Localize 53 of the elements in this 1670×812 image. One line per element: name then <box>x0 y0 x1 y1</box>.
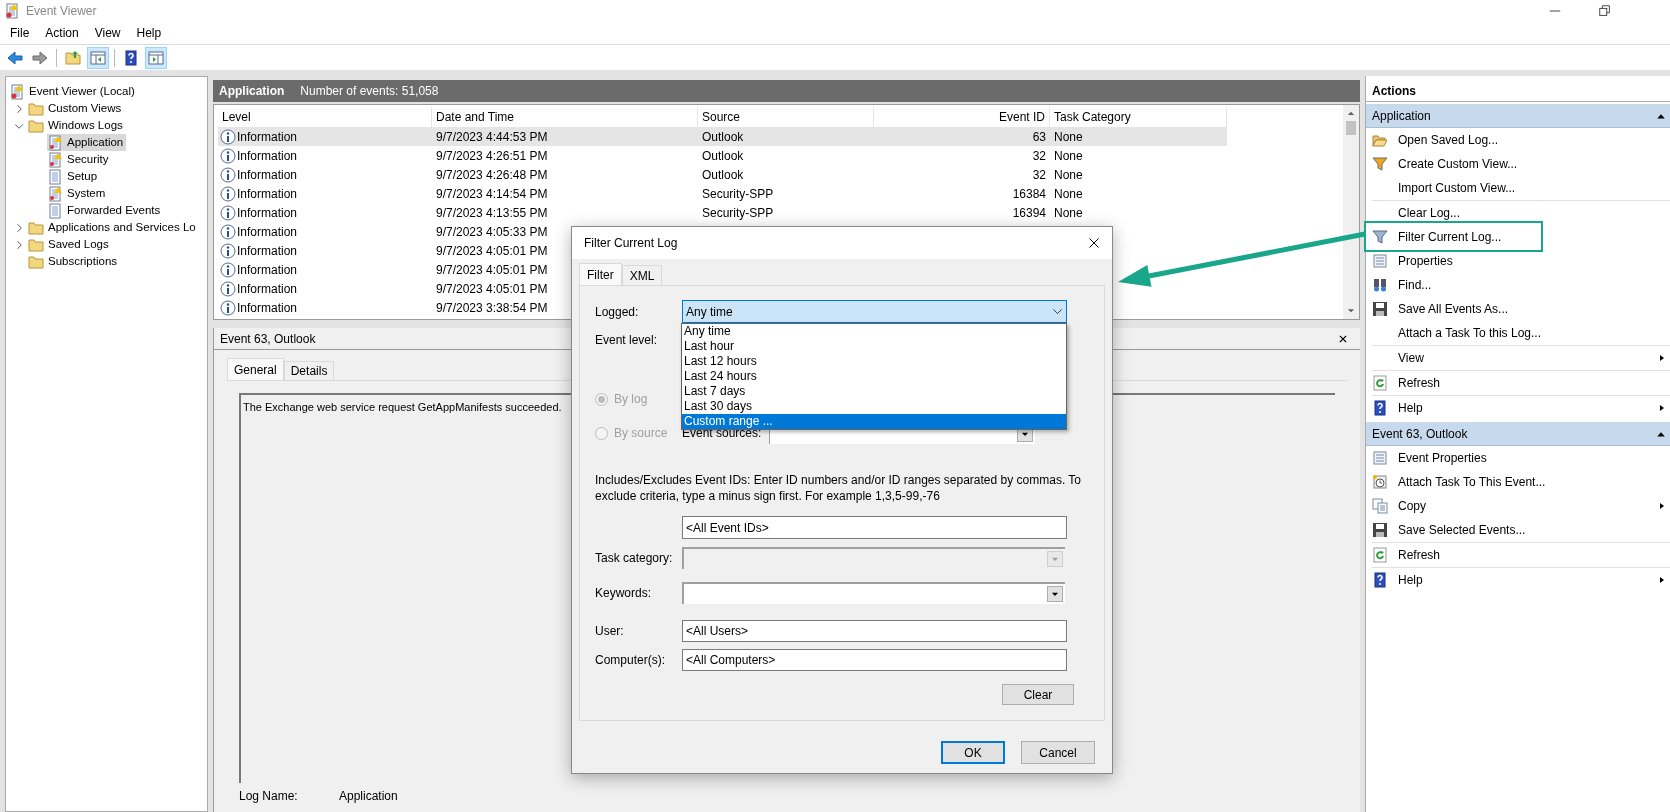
table-cell-text: 32 <box>1032 166 1046 184</box>
table-cell-text: 9/7/2023 4:44:53 PM <box>436 128 548 146</box>
table-cell-text: Information <box>237 280 298 298</box>
actions-header: Actions <box>1366 80 1670 102</box>
table-cell-text: Security-SPP <box>702 185 774 203</box>
section-title: Application <box>1372 107 1431 125</box>
field-label: Event level: <box>595 332 659 349</box>
table-cell-text: 9/7/2023 4:05:01 PM <box>436 261 548 279</box>
table-cell-text: 9/7/2023 4:05:33 PM <box>436 223 548 241</box>
table-cell-text: 32 <box>1032 147 1046 165</box>
table-cell-text: Information <box>237 204 298 222</box>
details-title: Event 63, Outlook <box>220 330 316 348</box>
table-cell-text: Information <box>237 299 298 317</box>
section-title: Event 63, Outlook <box>1372 425 1468 443</box>
help-text: Includes/Excludes Event IDs: Enter ID numbers and/or ID ranges separated by commas. To exclude criteria, type a minus sign first. For example 1,3,5-99,-76 <box>595 472 1082 504</box>
field-value: Application <box>339 788 398 805</box>
table-cell-text: 16394 <box>1012 204 1046 222</box>
table-cell-text: Information <box>237 242 298 260</box>
table-cell-text: Outlook <box>702 147 744 165</box>
table-cell-text: Information <box>237 166 298 184</box>
table-cell-text: Security-SPP <box>702 204 774 222</box>
table-cell-text: Information <box>237 261 298 279</box>
field-label: User: <box>595 623 625 640</box>
table-cell-text: Information <box>237 185 298 203</box>
table-cell-text: 9/7/2023 4:13:55 PM <box>436 204 548 222</box>
field-label: Computer(s): <box>595 652 666 669</box>
table-cell-text: 9/7/2023 4:05:01 PM <box>436 280 548 298</box>
table-cell-text: 9/7/2023 4:26:51 PM <box>436 147 548 165</box>
table-cell-text: Outlook <box>702 166 744 184</box>
table-cell-text: None <box>1054 147 1083 165</box>
table-cell-text: 9/7/2023 4:26:48 PM <box>436 166 548 184</box>
table-cell-text: None <box>1054 204 1083 222</box>
table-cell-text: 9/7/2023 4:05:01 PM <box>436 242 548 260</box>
table-cell-text: Outlook <box>702 128 744 146</box>
table-cell-text: 63 <box>1032 128 1046 146</box>
event-count: Number of events: 51,058 <box>300 83 439 100</box>
window-title: Event Viewer <box>26 3 97 20</box>
table-cell-text: 16384 <box>1012 185 1046 203</box>
table-cell-text: None <box>1054 128 1083 146</box>
pane-title: Application <box>219 83 285 100</box>
event-description: The Exchange web service request GetAppManifests succeeded. <box>243 401 562 413</box>
table-cell-text: Information <box>237 128 298 146</box>
field-label: Log Name: <box>239 788 299 805</box>
dialog-title: Filter Current Log <box>584 235 678 252</box>
table-cell-text: 9/7/2023 4:14:54 PM <box>436 185 548 203</box>
table-cell-text: None <box>1054 166 1083 184</box>
field-label: Logged: <box>595 303 640 321</box>
table-cell-text: Information <box>237 223 298 241</box>
table-cell-text: Information <box>237 147 298 165</box>
field-label: Keywords: <box>595 585 653 602</box>
field-label: Task category: <box>595 550 674 567</box>
table-cell-text: None <box>1054 185 1083 203</box>
table-cell-text: 9/7/2023 3:38:54 PM <box>436 299 548 317</box>
